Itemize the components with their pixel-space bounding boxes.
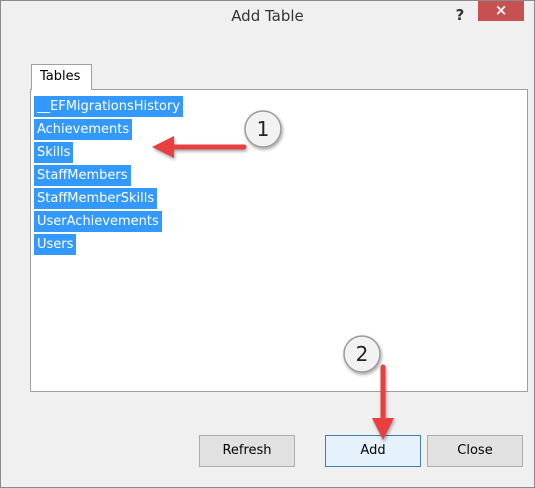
list-item-userachievements[interactable]: UserAchievements <box>34 211 162 232</box>
list-item-staffmembers[interactable]: StaffMembers <box>34 165 131 186</box>
tab-tables[interactable]: Tables <box>31 64 92 90</box>
refresh-button[interactable]: Refresh <box>199 435 295 467</box>
close-icon[interactable]: × <box>478 1 524 21</box>
list-item-skills[interactable]: Skills <box>34 142 74 163</box>
tables-list: __EFMigrationsHistory Achievements Skill… <box>34 96 184 257</box>
list-item-users[interactable]: Users <box>34 234 77 255</box>
list-item-achievements[interactable]: Achievements <box>34 119 133 140</box>
list-item-staffmemberskills[interactable]: StaffMemberSkills <box>34 188 158 209</box>
close-button[interactable]: Close <box>427 435 523 467</box>
help-icon[interactable]: ? <box>448 4 472 26</box>
tab-tables-label: Tables <box>40 69 81 84</box>
title-bar: Add Table ? × <box>1 1 534 31</box>
list-item-efmigrationshistory[interactable]: __EFMigrationsHistory <box>34 96 184 117</box>
add-button[interactable]: Add <box>325 435 421 467</box>
